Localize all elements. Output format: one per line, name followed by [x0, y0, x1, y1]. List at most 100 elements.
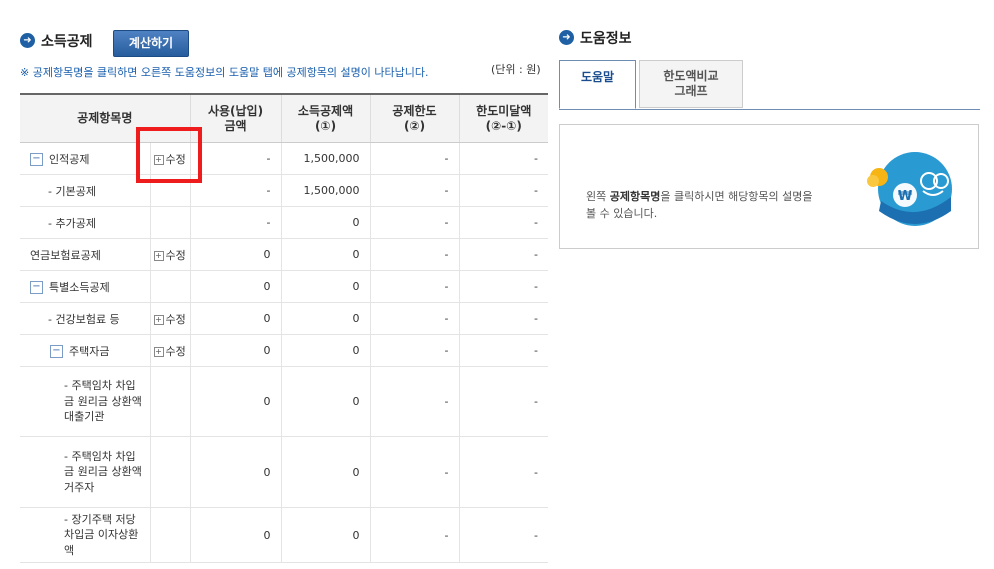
limit-cell: -	[369, 436, 460, 508]
plus-box-icon: +	[153, 154, 164, 165]
help-section-title: 도움정보	[580, 30, 632, 47]
edit-button[interactable]: + 수정	[149, 142, 191, 175]
limit-cell: -	[369, 270, 460, 303]
limit-cell: -	[369, 366, 460, 437]
table-header-row: 공제항목명 사용(납입) 금액 소득공제액 (①) 공제한도 (②) 한도미달액…	[20, 93, 549, 143]
shortfall-cell: -	[458, 302, 549, 335]
limit-cell: -	[369, 238, 460, 271]
row-name-cell[interactable]: − 인적공제	[20, 142, 150, 175]
money-character-icon: ₩	[867, 152, 952, 226]
shortfall-cell: -	[458, 142, 549, 175]
limit-cell: -	[369, 174, 460, 207]
limit-cell: -	[369, 334, 460, 367]
table-row: - 기본공제 - 1,500,000 - -	[20, 174, 549, 207]
limit-cell: -	[369, 302, 460, 335]
table-row: − 주택자금 + 수정 0 0 - -	[20, 334, 549, 367]
tab-help[interactable]: 도움말	[559, 60, 636, 109]
empty-cell	[149, 270, 191, 303]
amount-cell: 0	[189, 366, 282, 437]
income-deduction-header: ➜ 소득공제	[20, 30, 93, 51]
empty-cell	[149, 174, 191, 207]
tab-limit-compare-graph[interactable]: 한도액비교 그래프	[639, 60, 743, 108]
plus-box-icon: +	[153, 250, 164, 261]
deduction-cell: 1,500,000	[280, 142, 371, 175]
row-name-cell[interactable]: - 건강보험료 등	[20, 302, 150, 335]
shortfall-cell: -	[458, 366, 549, 437]
shortfall-cell: -	[458, 174, 549, 207]
table-row: − 인적공제 + 수정 - 1,500,000 - -	[20, 142, 549, 175]
arrow-circle-icon: ➜	[559, 30, 574, 45]
row-name-cell[interactable]: 연금보험료공제	[20, 238, 150, 271]
amount-cell: 0	[189, 270, 282, 303]
amount-cell: -	[189, 174, 282, 207]
notice-text: ※ 공제항목명을 클릭하면 오른쪽 도움정보의 도움말 탭에 공제항목의 설명이…	[20, 66, 429, 79]
empty-cell	[149, 366, 191, 437]
deduction-cell: 0	[280, 334, 371, 367]
amount-cell: 0	[189, 238, 282, 271]
row-name-cell[interactable]: − 특별소득공제	[20, 270, 150, 303]
deduction-cell: 0	[280, 436, 371, 508]
collapse-icon[interactable]: −	[30, 281, 43, 294]
amount-cell: -	[189, 206, 282, 239]
shortfall-cell: -	[458, 436, 549, 508]
row-name-cell[interactable]: - 주택임차 차입금 원리금 상환액 거주자	[20, 436, 150, 508]
shortfall-cell: -	[458, 507, 549, 563]
row-name-cell[interactable]: - 주택임차 차입금 원리금 상환액 대출기관	[20, 366, 150, 437]
table-row: 연금보험료공제 + 수정 0 0 - -	[20, 238, 549, 271]
help-info-header: ➜ 도움정보	[559, 27, 632, 48]
collapse-icon[interactable]: −	[30, 153, 43, 166]
shortfall-cell: -	[458, 334, 549, 367]
unit-label: (단위 : 원)	[491, 63, 541, 76]
shortfall-cell: -	[458, 206, 549, 239]
row-name-cell[interactable]: - 추가공제	[20, 206, 150, 239]
deduction-cell: 0	[280, 270, 371, 303]
header-amount: 사용(납입) 금액	[189, 93, 282, 143]
won-symbol: ₩	[898, 189, 913, 204]
deduction-cell: 1,500,000	[280, 174, 371, 207]
amount-cell: 0	[189, 436, 282, 508]
row-name-cell[interactable]: - 장기주택 저당차입금 이자상환액	[20, 507, 150, 563]
edit-button[interactable]: + 수정	[149, 302, 191, 335]
amount-cell: 0	[189, 302, 282, 335]
calculate-button[interactable]: 계산하기	[113, 30, 189, 57]
table-row: − 특별소득공제 0 0 - -	[20, 270, 549, 303]
collapse-icon[interactable]: −	[50, 345, 63, 358]
shortfall-cell: -	[458, 270, 549, 303]
edit-button[interactable]: + 수정	[149, 238, 191, 271]
amount-cell: 0	[189, 334, 282, 367]
header-deduction: 소득공제액 (①)	[280, 93, 371, 143]
plus-box-icon: +	[153, 314, 164, 325]
table-row: - 추가공제 - 0 - -	[20, 206, 549, 239]
limit-cell: -	[369, 507, 460, 563]
arrow-circle-icon: ➜	[20, 33, 35, 48]
empty-cell	[149, 507, 191, 563]
deduction-table: 공제항목명 사용(납입) 금액 소득공제액 (①) 공제한도 (②) 한도미달액…	[20, 93, 549, 563]
header-shortfall: 한도미달액 (②-①)	[458, 93, 549, 143]
limit-cell: -	[369, 206, 460, 239]
plus-box-icon: +	[153, 346, 164, 357]
empty-cell	[149, 206, 191, 239]
table-row: - 장기주택 저당차입금 이자상환액 0 0 - -	[20, 507, 549, 563]
limit-cell: -	[369, 142, 460, 175]
header-limit: 공제한도 (②)	[369, 93, 460, 143]
help-tabs: 도움말 한도액비교 그래프	[559, 60, 980, 110]
deduction-cell: 0	[280, 366, 371, 437]
edit-button[interactable]: + 수정	[149, 334, 191, 367]
section-title: 소득공제	[41, 33, 93, 50]
deduction-cell: 0	[280, 206, 371, 239]
header-item-name: 공제항목명	[20, 93, 191, 143]
deduction-cell: 0	[280, 507, 371, 563]
row-name-cell[interactable]: − 주택자금	[20, 334, 150, 367]
table-row: - 주택임차 차입금 원리금 상환액 거주자 0 0 - -	[20, 436, 549, 508]
table-row: - 건강보험료 등 + 수정 0 0 - -	[20, 302, 549, 335]
table-row: - 주택임차 차입금 원리금 상환액 대출기관 0 0 - -	[20, 366, 549, 437]
row-name-cell[interactable]: - 기본공제	[20, 174, 150, 207]
deduction-cell: 0	[280, 238, 371, 271]
help-text: 왼쪽 공제항목명을 클릭하시면 해당항목의 설명을 볼 수 있습니다.	[586, 190, 813, 220]
help-content-box: 왼쪽 공제항목명을 클릭하시면 해당항목의 설명을 볼 수 있습니다. ₩	[559, 124, 979, 249]
empty-cell	[149, 436, 191, 508]
amount-cell: -	[189, 142, 282, 175]
deduction-cell: 0	[280, 302, 371, 335]
shortfall-cell: -	[458, 238, 549, 271]
amount-cell: 0	[189, 507, 282, 563]
